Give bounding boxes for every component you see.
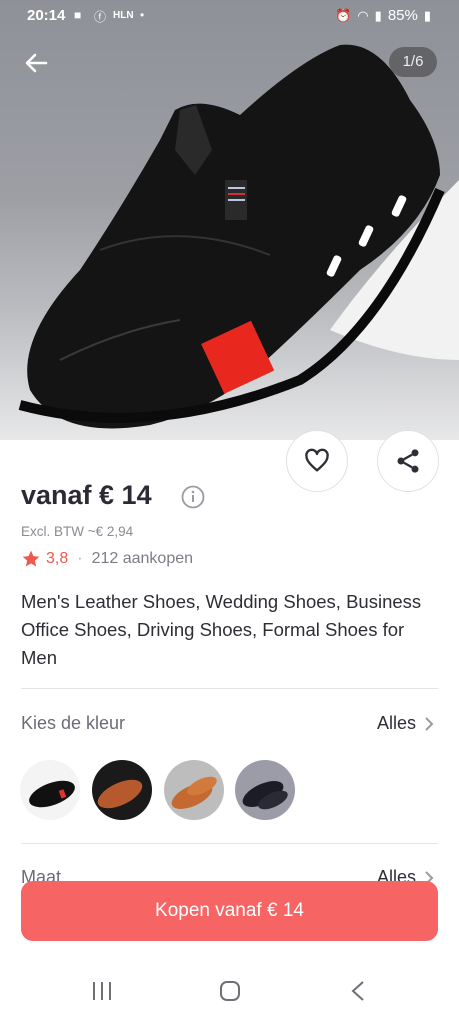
divider (21, 688, 438, 689)
facebook-icon: ⓕ (94, 10, 107, 24)
system-nav-bar (0, 960, 459, 1024)
buy-button[interactable]: Kopen vanaf € 14 (21, 881, 438, 941)
alarm-icon: ⏰ (335, 7, 352, 23)
rating-value: 3,8 (46, 550, 69, 567)
price-info-button[interactable] (181, 485, 205, 509)
share-icon (397, 449, 419, 473)
separator-dot: · (77, 550, 83, 567)
heart-icon (305, 448, 329, 472)
favorite-button[interactable] (286, 430, 348, 492)
purchase-count: 212 aankopen (91, 550, 194, 567)
home-icon[interactable] (219, 980, 241, 1002)
share-button[interactable] (377, 430, 439, 492)
battery-level: 85% (387, 7, 418, 24)
color-swatch-tan[interactable] (164, 760, 224, 820)
color-swatch-brown[interactable] (92, 760, 152, 820)
battery-icon: ▮ (423, 7, 431, 23)
color-all-label: Alles (376, 713, 416, 733)
shoe-thumbnail (171, 776, 217, 809)
signal-icon: ▮ (374, 7, 382, 23)
status-bar: 20:14 ■ ⓕ HLN • ⏰ ◠ ▮ 85% ▮ (0, 0, 459, 32)
shoe-thumbnail (29, 780, 75, 808)
rating-row[interactable]: 3,8 · 212 aankopen (21, 549, 193, 569)
star-icon (22, 550, 40, 567)
color-section-label: Kies de kleur (21, 713, 126, 733)
arrow-left-icon (25, 53, 48, 73)
dot-icon: • (140, 8, 145, 22)
status-right: ⏰ ◠ ▮ 85% ▮ (335, 7, 431, 24)
color-show-all[interactable]: Alles (377, 713, 434, 734)
image-counter: 1/6 (389, 47, 437, 77)
status-time: 20:14 (27, 7, 66, 24)
back-button[interactable] (22, 48, 52, 78)
product-title: Men's Leather Shoes, Wedding Shoes, Busi… (21, 591, 422, 668)
shoe-thumbnail (97, 779, 143, 809)
recent-apps-icon[interactable] (90, 980, 114, 1002)
vat-note: Excl. BTW ~€ 2,94 (21, 524, 134, 539)
color-swatch-dark[interactable] (235, 760, 295, 820)
back-icon[interactable] (350, 980, 366, 1002)
chevron-right-icon (425, 716, 434, 731)
product-price: vanaf € 14 (21, 480, 152, 510)
wifi-icon: ◠ (357, 7, 369, 23)
shoe-thumbnail (242, 781, 288, 810)
info-icon (181, 485, 205, 509)
divider (21, 843, 438, 844)
news-badge: HLN (113, 10, 134, 21)
notification-icon: ■ (74, 8, 82, 22)
color-swatch-black[interactable] (20, 760, 80, 820)
product-image-gallery[interactable]: 20:14 ■ ⓕ HLN • ⏰ ◠ ▮ 85% ▮ 1/6 (0, 0, 459, 440)
